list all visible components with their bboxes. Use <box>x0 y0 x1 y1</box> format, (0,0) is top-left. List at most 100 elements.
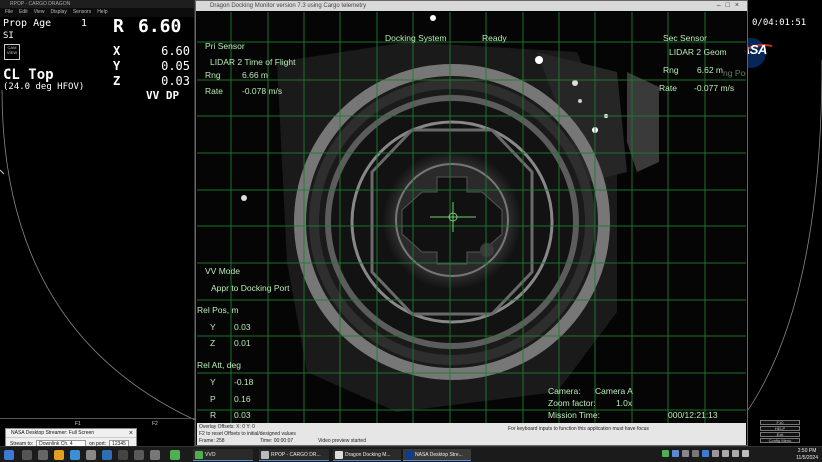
y-value: 0.05 <box>161 59 190 73</box>
settings-icon[interactable] <box>86 450 96 460</box>
tray-icon-4[interactable] <box>692 450 699 457</box>
camera-view-icon: CAM VIEW <box>4 44 20 60</box>
start-icon[interactable] <box>4 450 14 460</box>
file-explorer-icon[interactable] <box>54 450 64 460</box>
camera-label: Camera: <box>548 386 581 396</box>
z-label: Z <box>113 74 121 88</box>
sec-rng-label: Rng <box>663 65 679 75</box>
tray-icon-3[interactable] <box>682 450 689 457</box>
streamer-popup-titlebar: NASA Desktop Streamer: Full Screen × <box>6 429 136 438</box>
close-icon[interactable]: × <box>129 429 133 438</box>
zoom-value: 1.0x <box>616 398 633 408</box>
menu-file[interactable]: File <box>5 8 13 17</box>
light-2 <box>535 56 543 64</box>
reset-hint: F2 to reset Offsets to initial/designed … <box>199 431 296 437</box>
pri-sensor-label: Pri Sensor <box>205 41 245 51</box>
outlook-icon[interactable] <box>102 450 112 460</box>
sec-rng-value: 6.62 m <box>697 65 723 75</box>
frame-count: Frame: 258 <box>199 438 225 444</box>
menu-display[interactable]: Display <box>50 8 66 17</box>
right-corridor-arc <box>748 60 822 410</box>
help-button[interactable]: HELP <box>760 426 800 431</box>
exit-button[interactable]: Exit <box>760 432 800 437</box>
cmd-icon[interactable] <box>134 450 144 460</box>
vv-mode-label: VV Mode <box>205 266 240 276</box>
sec-rate-value: -0.077 m/s <box>694 83 735 93</box>
tick-f1: F1 <box>75 421 81 427</box>
tray-icon-1[interactable] <box>662 450 669 457</box>
rel-att-r-label: R <box>210 410 217 420</box>
menu-sensors[interactable]: Sensors <box>73 8 91 17</box>
mission-timer: 0/04:01:51 <box>752 18 807 28</box>
pri-sensor-name: LIDAR 2 Time of Flight <box>210 57 296 67</box>
status-bar: Overlay Offsets: X: 0 Y: 0 F2 to reset O… <box>197 423 746 445</box>
f10-button[interactable]: F10 <box>760 420 800 425</box>
edge-browser-icon[interactable] <box>70 450 80 460</box>
rel-pos-y-value: 0.03 <box>234 322 251 332</box>
rel-pos-y-label: Y <box>210 322 216 332</box>
rpop-titlebar: RPOP - CARGO DRAGON <box>0 0 194 8</box>
menu-view[interactable]: View <box>34 8 45 17</box>
camera-value: Camera A <box>595 386 633 396</box>
menu-help[interactable]: Help <box>97 8 107 17</box>
prop-age-value: 1 <box>81 18 88 29</box>
window-title: Dragon Docking Monitor version 7.3 using… <box>210 3 367 9</box>
task-view-icon[interactable] <box>38 450 48 460</box>
pri-rate-label: Rate <box>205 86 223 96</box>
light-1 <box>430 15 436 21</box>
pri-rng-value: 6.66 m <box>242 70 268 80</box>
x-value: 6.60 <box>161 44 190 58</box>
docking-app-icon <box>335 451 343 459</box>
minimize-icon[interactable]: – <box>717 2 726 9</box>
taskbar-app-streamer[interactable]: NASA Desktop Stre... <box>403 449 471 461</box>
rpop-app-icon <box>261 451 269 459</box>
rel-pos-z-value: 0.01 <box>234 338 251 348</box>
terminal-icon[interactable] <box>118 450 128 460</box>
maximize-icon[interactable]: □ <box>726 2 735 9</box>
config-menu-button[interactable]: Config Menu <box>760 438 800 443</box>
video-time: Time: 00:00:07 <box>260 438 294 444</box>
docking-camera-feed[interactable]: Pri Sensor LIDAR 2 Time of Flight Rng 6.… <box>197 12 746 423</box>
range-label: R <box>113 16 124 37</box>
rel-att-r-value: 0.03 <box>234 410 251 420</box>
sec-sensor-label: Sec Sensor <box>663 33 707 43</box>
language-icon[interactable] <box>742 450 749 457</box>
rel-att-p-value: 0.16 <box>234 394 251 404</box>
sec-rate-label: Rate <box>659 83 677 93</box>
taskbar-app-rpop[interactable]: RPOP - CARGO DR... <box>259 449 329 461</box>
battery-icon[interactable] <box>732 450 739 457</box>
range-value: 6.60 <box>138 16 182 37</box>
tray-icon-5[interactable] <box>702 450 709 457</box>
video-status: Video preview started <box>318 438 366 444</box>
rel-att-y-label: Y <box>210 377 216 387</box>
clock-time: 2:50 PM <box>797 448 817 454</box>
light-4 <box>578 99 582 103</box>
rel-att-label: Rel Att, deg <box>197 360 241 370</box>
mission-time-value: 000/12:21:13 <box>668 410 718 420</box>
taskbar-app-vvo[interactable]: VVO <box>193 449 253 461</box>
target-marker <box>480 243 494 257</box>
vv-mode-value: Appr to Docking Port <box>211 283 290 293</box>
mission-time-label: Mission Time: <box>548 410 600 420</box>
camera-box-label: CAM VIEW <box>6 45 18 55</box>
sec-sensor-name: LIDAR 2 Geom <box>669 47 727 57</box>
vvo-icon[interactable] <box>170 450 180 460</box>
network-icon[interactable] <box>712 450 719 457</box>
menu-edit[interactable]: Edit <box>19 8 28 17</box>
rel-pos-label: Rel Pos, m <box>197 305 239 315</box>
tray-icon-2[interactable] <box>672 450 679 457</box>
search-icon[interactable] <box>22 450 32 460</box>
rpop-window: RPOP - CARGO DRAGON File Edit View Displ… <box>0 0 195 446</box>
app-icon[interactable] <box>150 450 160 460</box>
close-icon[interactable]: × <box>735 2 744 9</box>
function-buttons: F10 HELP Exit Config Menu <box>760 420 800 444</box>
x-label: X <box>113 44 121 58</box>
docking-port-ghost: ng Port <box>723 68 746 78</box>
zoom-label: Zoom factor: <box>548 398 596 408</box>
light-7 <box>241 195 247 201</box>
taskbar-app-docking-monitor[interactable]: Dragon Docking M... <box>333 449 401 461</box>
rpop-trajectory-plot <box>0 90 195 420</box>
clock[interactable]: 2:50 PM 11/5/2024 <box>796 448 818 462</box>
window-controls: –□× <box>717 1 744 11</box>
volume-icon[interactable] <box>722 450 729 457</box>
